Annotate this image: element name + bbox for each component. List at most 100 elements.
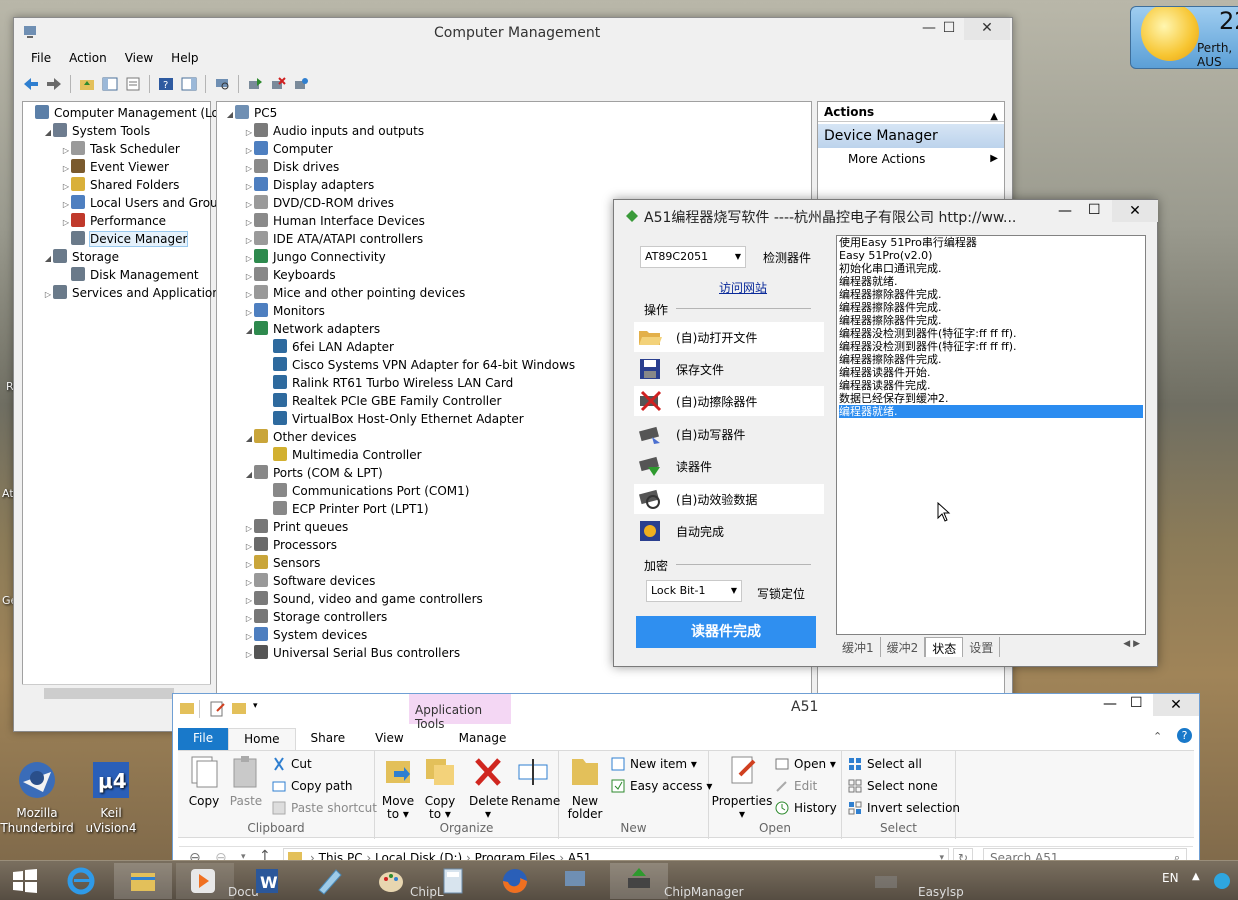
move-to-button[interactable]: Move to ▾: [379, 755, 417, 821]
write-lock-bit-button[interactable]: 写锁定位: [757, 585, 805, 602]
action-pane-icon[interactable]: [180, 75, 198, 93]
device-tree-item[interactable]: ▷ Keyboards: [244, 266, 336, 284]
show-hidden-icons-icon[interactable]: ▲: [1192, 871, 1200, 882]
taskbar-notepad[interactable]: [300, 863, 358, 899]
device-tree-item[interactable]: ▷ DVD/CD-ROM drives: [244, 194, 394, 212]
auto-write-chip-button[interactable]: (自)动写器件: [634, 419, 824, 449]
tree-item[interactable]: Disk Management: [61, 266, 199, 284]
device-tree-item[interactable]: Ralink RT61 Turbo Wireless LAN Card: [263, 374, 513, 392]
telegram-tray-icon[interactable]: [1214, 873, 1230, 889]
help-icon[interactable]: ?: [157, 75, 175, 93]
device-tree-item[interactable]: ▷ Disk drives: [244, 158, 339, 176]
read-chip-button[interactable]: 读器件: [634, 451, 824, 481]
properties-quick-icon[interactable]: [209, 701, 225, 717]
device-tree-item[interactable]: ▷ Jungo Connectivity: [244, 248, 386, 266]
taskbar-computer-management[interactable]: [548, 863, 606, 899]
auto-complete-button[interactable]: 自动完成: [634, 516, 824, 546]
scan-hardware-icon[interactable]: [213, 75, 231, 93]
select-none-button[interactable]: Select none: [848, 779, 938, 793]
save-file-button[interactable]: 保存文件: [634, 354, 824, 384]
taskbar-documents[interactable]: [176, 863, 234, 899]
rename-button[interactable]: Rename: [511, 755, 560, 808]
tab-status[interactable]: 状态: [925, 637, 964, 657]
enable-device-icon[interactable]: [292, 75, 310, 93]
device-tree-item[interactable]: ◢ Other devices: [244, 428, 357, 446]
copy-to-button[interactable]: Copy to ▾: [421, 755, 459, 821]
tab-file[interactable]: File: [178, 728, 229, 750]
device-tree-item[interactable]: Realtek PCIe GBE Family Controller: [263, 392, 501, 410]
tree-item[interactable]: ◢ System Tools: [43, 122, 150, 140]
edit-button[interactable]: Edit: [775, 779, 817, 793]
update-driver-icon[interactable]: [246, 75, 264, 93]
maximize-button[interactable]: ☐: [1130, 695, 1143, 711]
tree-item[interactable]: ▷ Performance: [61, 212, 166, 230]
device-tree-item[interactable]: ▷ Sound, video and game controllers: [244, 590, 483, 608]
device-tree-item[interactable]: Communications Port (COM1): [263, 482, 469, 500]
language-indicator[interactable]: EN: [1162, 871, 1179, 885]
new-item-button[interactable]: New item ▾: [611, 757, 697, 771]
collapsed-arrow-icon[interactable]: ▷: [43, 286, 53, 304]
expanded-arrow-icon[interactable]: ◢: [244, 466, 254, 484]
status-button[interactable]: 读器件完成: [636, 616, 816, 648]
expanded-arrow-icon[interactable]: ◢: [244, 430, 254, 448]
tab-share[interactable]: Share: [296, 728, 361, 750]
minimize-button[interactable]: —: [1058, 203, 1072, 219]
auto-verify-data-button[interactable]: (自)动效验数据: [634, 484, 824, 514]
close-button[interactable]: ✕: [1153, 694, 1199, 716]
expanded-arrow-icon[interactable]: ◢: [225, 106, 235, 124]
device-tree-item[interactable]: ▷ Mice and other pointing devices: [244, 284, 465, 302]
device-tree-item[interactable]: ▷ Sensors: [244, 554, 320, 572]
taskbar-internet-explorer[interactable]: [52, 863, 110, 899]
new-folder-button[interactable]: New folder: [565, 755, 605, 821]
maximize-button[interactable]: ☐: [934, 18, 964, 40]
copy-path-button[interactable]: Copy path: [272, 779, 353, 793]
taskbar-easyisp[interactable]: [866, 863, 906, 899]
device-tree-item[interactable]: ▷ Storage controllers: [244, 608, 387, 626]
collapse-up-icon[interactable]: ▲: [990, 105, 998, 129]
device-tree-item[interactable]: ▷ Software devices: [244, 572, 375, 590]
tab-settings[interactable]: 设置: [963, 637, 1001, 657]
device-tree-item[interactable]: ▷ Human Interface Devices: [244, 212, 425, 230]
scrollbar-thumb[interactable]: [44, 688, 174, 699]
tree-item[interactable]: Computer Management (Local: [25, 104, 236, 122]
up-folder-icon[interactable]: [78, 75, 96, 93]
taskbar-firefox[interactable]: [486, 863, 544, 899]
tree-item[interactable]: ▷ Services and Applications: [43, 284, 226, 302]
tab-manage[interactable]: Manage: [419, 728, 522, 750]
menu-help[interactable]: Help: [162, 48, 207, 68]
device-tree-item[interactable]: ▷ Audio inputs and outputs: [244, 122, 424, 140]
device-tree-root[interactable]: ◢ PC5: [225, 104, 277, 122]
device-tree-item[interactable]: ▷ Monitors: [244, 302, 325, 320]
close-button[interactable]: ✕: [1112, 200, 1158, 222]
new-folder-quick-icon[interactable]: [231, 701, 247, 715]
cut-button[interactable]: Cut: [272, 757, 312, 771]
open-button[interactable]: Open ▾: [775, 757, 836, 771]
start-button[interactable]: [0, 863, 50, 899]
desktop-icon-thunderbird[interactable]: Mozilla Thunderbird: [0, 758, 74, 836]
tab-home[interactable]: Home: [228, 728, 296, 750]
auto-erase-chip-button[interactable]: (自)动擦除器件: [634, 386, 824, 416]
menu-view[interactable]: View: [116, 48, 162, 68]
paste-shortcut-button[interactable]: Paste shortcut: [272, 801, 377, 815]
tree-item[interactable]: ◢ Storage: [43, 248, 119, 266]
ribbon-collapse-icon[interactable]: ⌃: [1153, 730, 1162, 743]
taskbar-word[interactable]: W: [238, 863, 296, 899]
desktop-icon-keil[interactable]: μ4 Keil uVision4: [74, 758, 148, 836]
forward-icon[interactable]: [45, 75, 63, 93]
back-icon[interactable]: [22, 75, 40, 93]
menu-action[interactable]: Action: [60, 48, 116, 68]
tree-item[interactable]: ▷ Event Viewer: [61, 158, 169, 176]
chip-select[interactable]: AT89C2051 ▼: [640, 246, 746, 268]
device-tree-item[interactable]: ◢ Network adapters: [244, 320, 380, 338]
properties-button[interactable]: Properties ▾: [711, 755, 773, 821]
device-tree-item[interactable]: ▷ Computer: [244, 140, 333, 158]
easy-access-button[interactable]: Easy access ▾: [611, 779, 712, 793]
help-icon[interactable]: ?: [1177, 728, 1192, 743]
device-tree-item[interactable]: VirtualBox Host-Only Ethernet Adapter: [263, 410, 524, 428]
delete-button[interactable]: Delete ▾: [469, 755, 508, 821]
tree-item[interactable]: ▷ Shared Folders: [61, 176, 179, 194]
quick-access-dropdown-icon[interactable]: ▾: [253, 701, 258, 711]
detect-chip-button[interactable]: 检测器件: [763, 249, 811, 266]
device-tree-item[interactable]: ▷ Processors: [244, 536, 337, 554]
device-tree-item[interactable]: Cisco Systems VPN Adapter for 64-bit Win…: [263, 356, 575, 374]
